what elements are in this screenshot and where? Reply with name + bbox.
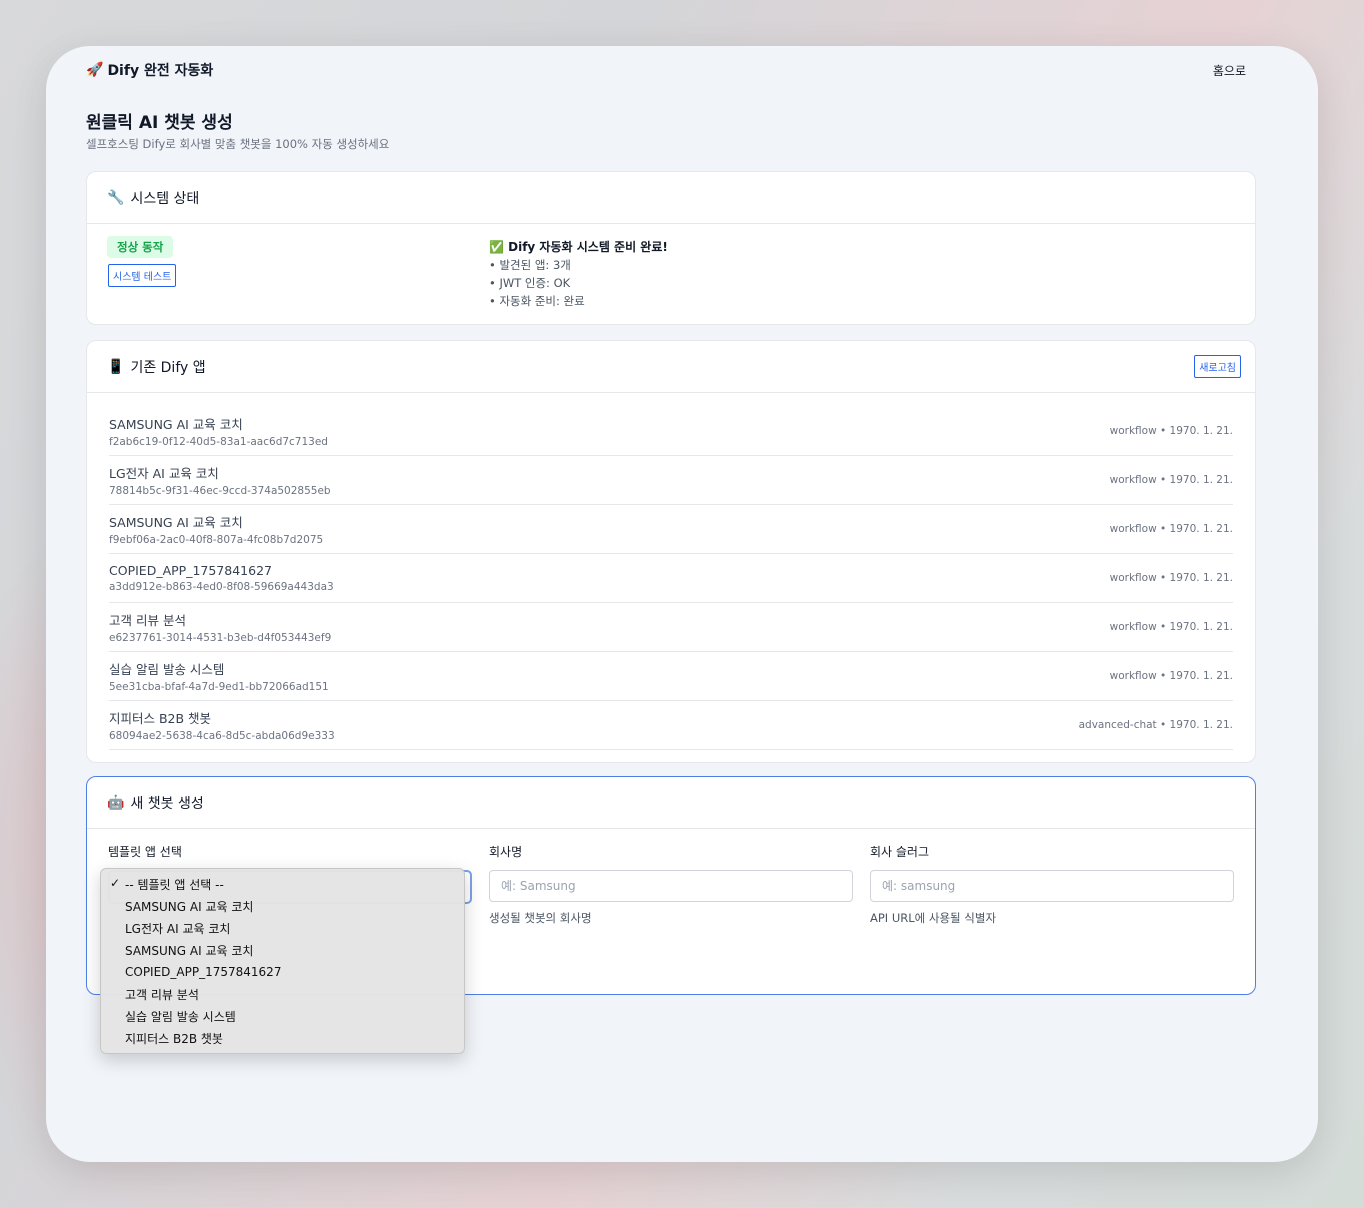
dropdown-option[interactable]: COPIED_APP_1757841627	[101, 961, 464, 983]
existing-apps-card: 📱 기존 Dify 앱 새로고침 SAMSUNG AI 교육 코치 f2ab6c1…	[86, 340, 1256, 763]
status-badge: 정상 동작	[107, 236, 174, 258]
app-id: 68094ae2-5638-4ca6-8d5c-abda06d9e333	[109, 730, 335, 742]
app-meta: workflow • 1970. 1. 21.	[1109, 621, 1233, 633]
status-line: • JWT 인증: OK	[489, 276, 571, 290]
slug-help: API URL에 사용될 식별자	[870, 911, 997, 925]
app-name: 고객 리뷰 분석	[109, 613, 186, 628]
check-icon: ✅	[489, 240, 504, 254]
dropdown-option[interactable]: 지피터스 B2B 챗봇	[101, 1027, 464, 1049]
company-label: 회사명	[489, 845, 523, 859]
app-meta: workflow • 1970. 1. 21.	[1109, 670, 1233, 682]
app-name: 실습 알림 발송 시스템	[109, 662, 225, 677]
app-id: 78814b5c-9f31-46ec-9ccd-374a502855eb	[109, 485, 331, 497]
app-name: SAMSUNG AI 교육 코치	[109, 417, 243, 432]
dropdown-option[interactable]: 고객 리뷰 분석	[101, 983, 464, 1005]
app-meta: advanced-chat • 1970. 1. 21.	[1078, 719, 1233, 731]
app-list-item[interactable]: COPIED_APP_1757841627 a3dd912e-b863-4ed0-…	[109, 554, 1233, 603]
app-meta: workflow • 1970. 1. 21.	[1109, 474, 1233, 486]
app-id: 5ee31cba-bfaf-4a7d-9ed1-bb72066ad151	[109, 681, 329, 693]
template-dropdown-menu: ✓ -- 템플릿 앱 선택 -- SAMSUNG AI 교육 코치 LG전자 AI…	[100, 868, 465, 1054]
dropdown-option[interactable]: 실습 알림 발송 시스템	[101, 1005, 464, 1027]
refresh-button[interactable]: 새로고침	[1194, 355, 1241, 378]
app-list-item[interactable]: SAMSUNG AI 교육 코치 f9ebf06a-2ac0-40f8-807a-…	[109, 505, 1233, 554]
app-meta: workflow • 1970. 1. 21.	[1109, 572, 1233, 584]
company-field: 회사명 생성될 챗봇의 회사명	[489, 843, 853, 926]
app-meta: workflow • 1970. 1. 21.	[1109, 425, 1233, 437]
status-line: • 자동화 준비: 완료	[489, 294, 585, 308]
app-id: f2ab6c19-0f12-40d5-83a1-aac6d7c713ed	[109, 436, 328, 448]
system-status-title: 시스템 상태	[130, 190, 200, 207]
template-label: 템플릿 앱 선택	[108, 845, 182, 859]
page-subtitle: 셀프호스팅 Dify로 회사별 맞춤 챗봇을 100% 자동 생성하세요	[86, 137, 390, 151]
dropdown-option[interactable]: SAMSUNG AI 교육 코치	[101, 939, 464, 961]
app-name: COPIED_APP_1757841627	[109, 563, 272, 578]
phone-icon: 📱	[107, 358, 125, 375]
app-id: f9ebf06a-2ac0-40f8-807a-4fc08b7d2075	[109, 534, 324, 546]
status-message-lead: Dify 자동화 시스템 준비 완료!	[508, 240, 668, 254]
brand-label: Dify 완전 자동화	[107, 63, 214, 79]
app-id: a3dd912e-b863-4ed0-8f08-59669a443da3	[109, 581, 334, 593]
app-list: SAMSUNG AI 교육 코치 f2ab6c19-0f12-40d5-83a1-…	[87, 407, 1255, 750]
new-chatbot-header: 🤖 새 챗봇 생성	[87, 777, 1255, 829]
app-id: e6237761-3014-4531-b3eb-d4f053443ef9	[109, 632, 332, 644]
wrench-icon: 🔧	[107, 189, 125, 206]
app-list-item[interactable]: 고객 리뷰 분석 e6237761-3014-4531-b3eb-d4f05344…	[109, 603, 1233, 652]
dropdown-option[interactable]: SAMSUNG AI 교육 코치	[101, 895, 464, 917]
existing-apps-header: 📱 기존 Dify 앱 새로고침	[87, 341, 1255, 393]
top-nav: 🚀 Dify 완전 자동화 홈으로	[86, 54, 1246, 86]
status-message: ✅ Dify 자동화 시스템 준비 완료! • 발견된 앱: 3개 • JWT …	[489, 238, 668, 310]
company-help: 생성될 챗봇의 회사명	[489, 911, 592, 925]
dropdown-option[interactable]: ✓ -- 템플릿 앱 선택 --	[101, 873, 464, 895]
rocket-icon: 🚀	[86, 62, 104, 78]
home-link[interactable]: 홈으로	[1213, 62, 1246, 79]
app-list-item[interactable]: LG전자 AI 교육 코치 78814b5c-9f31-46ec-9ccd-374…	[109, 456, 1233, 505]
app-name: LG전자 AI 교육 코치	[109, 466, 219, 481]
company-name-input[interactable]	[489, 870, 853, 902]
robot-icon: 🤖	[107, 794, 125, 811]
app-list-item[interactable]: 실습 알림 발송 시스템 5ee31cba-bfaf-4a7d-9ed1-bb72…	[109, 652, 1233, 701]
status-line: • 발견된 앱: 3개	[489, 258, 571, 272]
page-title: 원클릭 AI 챗봇 생성	[86, 113, 233, 133]
system-status-header: 🔧 시스템 상태	[87, 172, 1255, 224]
new-chatbot-title: 새 챗봇 생성	[130, 795, 204, 812]
checkmark-icon: ✓	[110, 876, 121, 890]
slug-label: 회사 슬러그	[870, 845, 930, 859]
system-status-card: 🔧 시스템 상태 정상 동작 시스템 테스트 ✅ Dify 자동화 시스템 준비…	[86, 171, 1256, 325]
app-name: SAMSUNG AI 교육 코치	[109, 515, 243, 530]
slug-field: 회사 슬러그 API URL에 사용될 식별자	[870, 843, 1234, 926]
brand[interactable]: 🚀 Dify 완전 자동화	[86, 60, 213, 80]
system-test-button[interactable]: 시스템 테스트	[108, 264, 177, 287]
company-slug-input[interactable]	[870, 870, 1234, 902]
app-name: 지피터스 B2B 챗봇	[109, 711, 212, 726]
app-list-item[interactable]: SAMSUNG AI 교육 코치 f2ab6c19-0f12-40d5-83a1-…	[109, 407, 1233, 456]
dropdown-option[interactable]: LG전자 AI 교육 코치	[101, 917, 464, 939]
app-list-item[interactable]: 지피터스 B2B 챗봇 68094ae2-5638-4ca6-8d5c-abda0…	[109, 701, 1233, 750]
app-meta: workflow • 1970. 1. 21.	[1109, 523, 1233, 535]
existing-apps-title: 기존 Dify 앱	[130, 359, 206, 376]
